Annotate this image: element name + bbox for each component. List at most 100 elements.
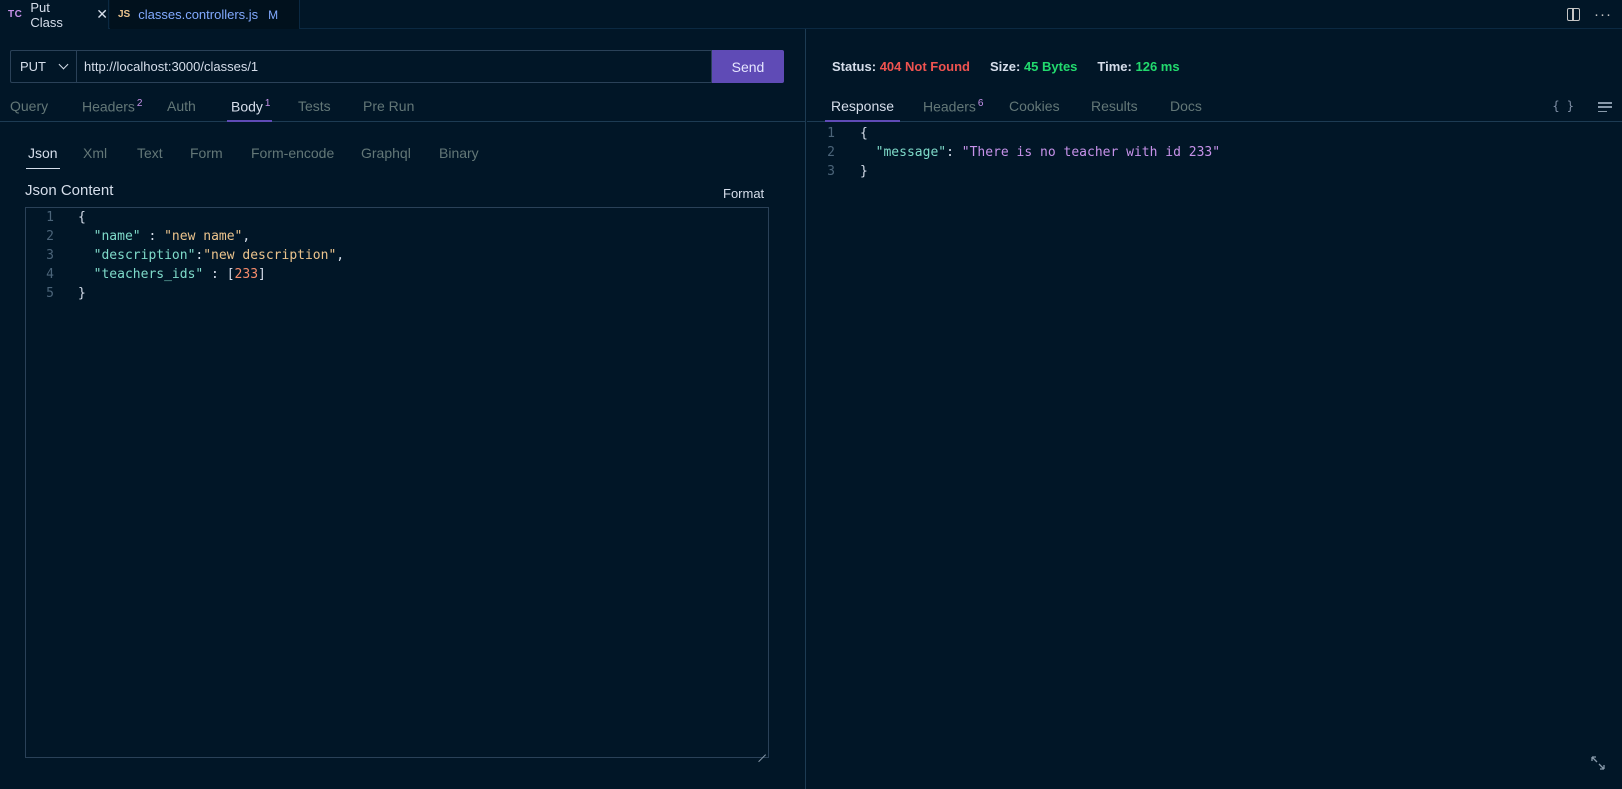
url-bar: PUT http://localhost:3000/classes/1 Send <box>10 50 784 83</box>
tab-count-badge: 2 <box>136 98 143 109</box>
code-text: } <box>78 284 86 303</box>
editor-tab-put-class[interactable]: TC Put Class ✕ <box>0 0 109 30</box>
response-status-row: Status: 404 Not Found Size: 45 Bytes Tim… <box>832 59 1200 74</box>
status-value: 404 Not Found <box>879 59 970 74</box>
tab-label: Headers <box>82 98 135 115</box>
code-token: : <box>140 229 165 244</box>
url-value: http://localhost:3000/classes/1 <box>84 59 259 74</box>
body-tab-text[interactable]: Text <box>137 145 163 169</box>
tab-label: Headers <box>923 98 976 115</box>
json-content-title: Json Content <box>25 182 114 199</box>
tab-count-badge: 6 <box>977 98 984 109</box>
code-text: { <box>78 208 86 227</box>
editor-tab-classes-controllers[interactable]: JS classes.controllers.js M <box>110 0 300 29</box>
code-token: 233 <box>234 267 259 282</box>
tab-query[interactable]: Query <box>10 98 48 122</box>
tab-label: Results <box>1091 98 1138 114</box>
line-number: 4 <box>46 267 54 282</box>
split-editor-icon[interactable] <box>1567 8 1580 21</box>
tab-label: Docs <box>1170 98 1202 114</box>
method-select[interactable]: PUT <box>10 50 76 83</box>
tab-tests[interactable]: Tests <box>298 98 331 122</box>
time-label: Time: <box>1097 59 1132 74</box>
status-stat: Status: 404 Not Found <box>832 59 970 74</box>
code-token: } <box>78 286 86 301</box>
code-token: ] <box>258 267 266 282</box>
code-token: , <box>242 229 251 244</box>
line-number: 3 <box>827 164 835 179</box>
body-tab-xml[interactable]: Xml <box>83 145 107 169</box>
code-token: { <box>78 210 86 225</box>
tab-results[interactable]: Results <box>1091 98 1138 122</box>
tab-label: Pre Run <box>363 98 415 114</box>
body-tab-graphql[interactable]: Graphql <box>361 145 411 169</box>
more-icon[interactable]: ··· <box>1594 6 1612 23</box>
resize-grip-icon[interactable] <box>758 747 766 755</box>
body-tab-form-encode[interactable]: Form-encode <box>251 145 334 169</box>
size-label: Size: <box>989 59 1021 74</box>
code-token: "teachers_ids" <box>93 267 204 282</box>
request-pane: PUT http://localhost:3000/classes/1 Send… <box>0 29 806 789</box>
code-text: "teachers_ids" : [233] <box>78 265 266 284</box>
line-number: 5 <box>46 286 54 301</box>
javascript-file-icon: JS <box>118 9 131 20</box>
tab-response[interactable]: Response <box>824 98 901 122</box>
method-value: PUT <box>20 59 46 74</box>
tab-label: Cookies <box>1009 98 1060 114</box>
json-body-editor[interactable]: 1 {2 "name" : "new name", 3 "description":… <box>25 207 769 758</box>
code-text: "description":"new description", <box>78 246 344 265</box>
editor-tab-label: classes.controllers.js <box>138 7 259 22</box>
send-button[interactable]: Send <box>712 50 784 83</box>
editor-tab-tools: ··· <box>1567 0 1612 29</box>
url-input[interactable]: http://localhost:3000/classes/1 <box>76 50 712 83</box>
format-button[interactable]: Format <box>723 186 764 201</box>
code-token: "There is no teacher with id 233" <box>961 145 1221 160</box>
tab-label: Auth <box>167 98 196 114</box>
tab-pre-run[interactable]: Pre Run <box>363 98 414 122</box>
body-type-tabs: Json Xml Text Form Form-encode Graphql B… <box>0 142 806 170</box>
line-number: 1 <box>46 210 54 225</box>
tab-response-headers[interactable]: Headers 6 <box>923 98 983 122</box>
tab-label: Response <box>831 98 895 114</box>
tab-body[interactable]: Body 1 <box>226 98 273 122</box>
body-tab-json[interactable]: Json <box>26 145 60 169</box>
braces-icon[interactable]: { } <box>1552 99 1574 113</box>
expand-icon[interactable] <box>1590 755 1606 771</box>
modified-indicator: M <box>268 7 279 22</box>
code-token: "name" <box>93 229 141 244</box>
editor-tab-label: Put Class <box>30 0 63 30</box>
close-icon[interactable]: ✕ <box>96 6 108 23</box>
request-tabs: Query Headers 2 Auth Body 1 Tests Pre Run <box>0 93 806 122</box>
body-tab-binary[interactable]: Binary <box>439 145 479 169</box>
size-stat: Size: 45 Bytes <box>990 59 1077 74</box>
code-text: "name" : "new name", <box>78 227 251 246</box>
tab-label: Query <box>10 98 49 114</box>
tab-auth[interactable]: Auth <box>167 98 196 122</box>
size-value: 45 Bytes <box>1023 59 1078 74</box>
body-tab-form[interactable]: Form <box>190 145 223 169</box>
response-pane: Status: 404 Not Found Size: 45 Bytes Tim… <box>807 29 1622 789</box>
tab-cookies[interactable]: Cookies <box>1009 98 1060 122</box>
chevron-down-icon <box>58 59 69 70</box>
line-number: 2 <box>46 229 54 244</box>
menu-icon[interactable] <box>1598 102 1612 112</box>
code-token: "description" <box>93 248 196 263</box>
tab-label: Tests <box>298 98 331 114</box>
line-number: 3 <box>46 248 54 263</box>
code-token: : [ <box>203 267 235 282</box>
tab-docs[interactable]: Docs <box>1170 98 1202 122</box>
thunder-client-icon: TC <box>8 9 23 20</box>
time-value: 126 ms <box>1135 59 1180 74</box>
time-stat: Time: 126 ms <box>1097 59 1179 74</box>
tab-count-badge: 1 <box>264 98 271 109</box>
line-number: 2 <box>827 145 835 160</box>
code-token: "new name" <box>164 229 243 244</box>
code-token: , <box>336 248 345 263</box>
tab-headers[interactable]: Headers 2 <box>82 98 142 122</box>
code-text: "message": "There is no teacher with id … <box>860 143 1220 162</box>
code-token: "new description" <box>203 248 337 263</box>
